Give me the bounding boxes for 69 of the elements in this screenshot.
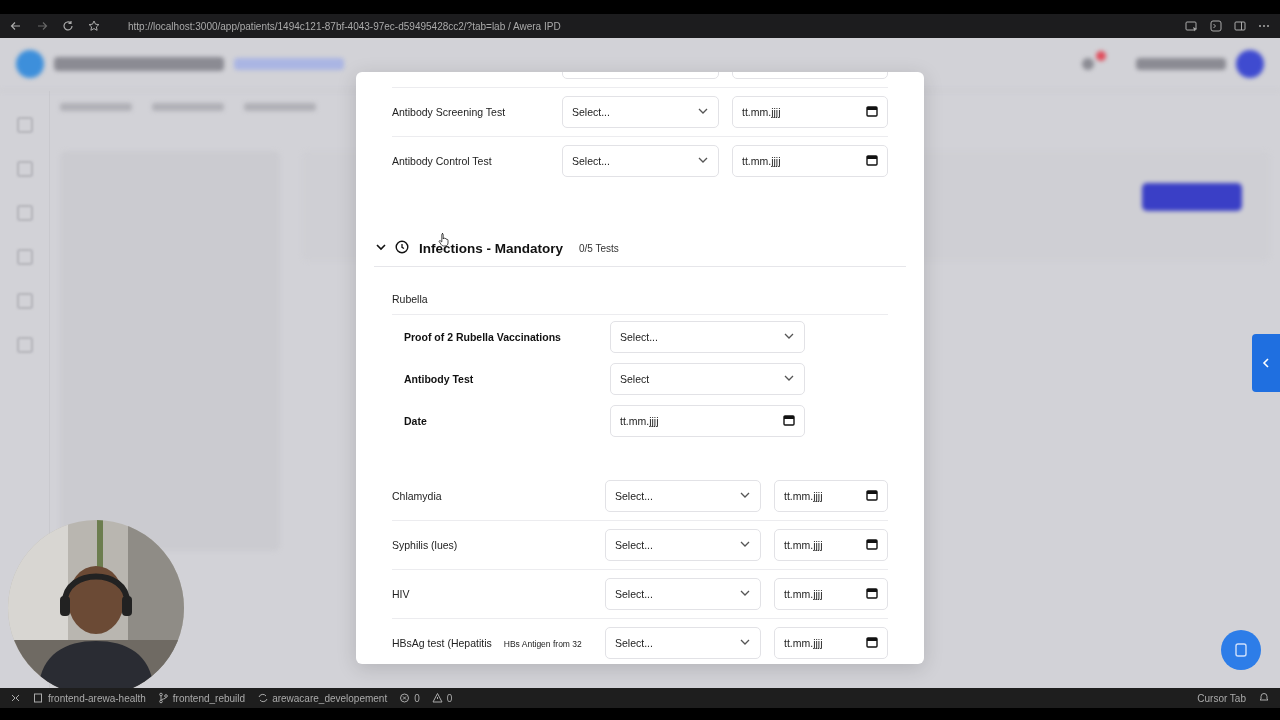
status-item[interactable]: Cursor Tab: [1197, 692, 1246, 704]
test-name: Antibody Control Test: [392, 155, 492, 167]
branch-icon: [157, 692, 169, 704]
reload-icon[interactable]: [62, 20, 74, 32]
date-field[interactable]: tt.mm.jjjj: [774, 578, 888, 610]
chevron-down-icon: [697, 155, 709, 165]
status-item[interactable]: frontend_rebuild: [172, 692, 246, 704]
test-name: Syphilis (lues): [392, 539, 458, 551]
chevron-down-icon[interactable]: [375, 241, 387, 253]
bell-icon[interactable]: [1258, 691, 1270, 703]
chevron-down-icon: [739, 539, 751, 549]
select-field[interactable]: Select...: [605, 578, 761, 610]
warning-icon: [431, 692, 443, 704]
subgroup-title: Rubella: [392, 293, 888, 315]
field-label: Antibody Test: [404, 373, 475, 385]
chevron-down-icon: [783, 331, 795, 341]
test-count: 0/5 Tests: [579, 242, 619, 254]
chevron-down-icon: [739, 490, 751, 500]
status-item[interactable]: 0: [414, 692, 420, 704]
test-note: HBs Antigen from 32: [503, 638, 582, 649]
remote-icon[interactable]: [10, 692, 21, 704]
select-field[interactable]: Select...: [605, 627, 761, 659]
calendar-icon: [866, 105, 878, 117]
sync-icon: [257, 692, 269, 704]
calendar-icon: [866, 538, 878, 550]
select-field[interactable]: Select...: [562, 96, 719, 128]
chevron-down-icon: [697, 106, 709, 116]
chevron-down-icon: [739, 637, 751, 647]
error-icon: [399, 692, 411, 704]
date-field[interactable]: tt.mm.jjjj: [610, 405, 805, 437]
date-field[interactable]: tt.mm.jjjj: [732, 145, 888, 177]
test-name: Antibody Screening Test: [392, 106, 506, 118]
document-icon: [1233, 642, 1249, 658]
folder-icon: [33, 692, 44, 704]
chevron-down-icon: [739, 588, 751, 598]
select-field[interactable]: Select: [610, 363, 805, 395]
field-label: Date: [404, 415, 428, 427]
back-icon[interactable]: [10, 20, 22, 32]
select-field[interactable]: Select...: [562, 145, 719, 177]
address-bar[interactable]: http://localhost:3000/app/patients/1494c121-87bf-4043-97ec-d59495428cc2/?tab=lab / Awera IPD: [128, 20, 561, 32]
forward-icon[interactable]: [36, 20, 48, 32]
sidebar-icon[interactable]: [1234, 20, 1246, 32]
floating-action-button[interactable]: [1221, 630, 1261, 670]
clock-icon: [395, 240, 409, 254]
date-field[interactable]: tt.mm.jjjj: [774, 480, 888, 512]
chevron-down-icon: [783, 373, 795, 383]
status-item[interactable]: frontend-arewa-health: [48, 692, 146, 704]
calendar-icon: [866, 489, 878, 501]
date-field[interactable]: tt.mm.jjjj: [774, 627, 888, 659]
test-name: HIV: [392, 588, 410, 600]
status-item[interactable]: arewacare_developement: [272, 692, 388, 704]
select-field[interactable]: Select...: [605, 480, 761, 512]
select-field[interactable]: Select...: [605, 529, 761, 561]
test-name: HBsAg test (Hepatitis: [392, 637, 492, 649]
calendar-icon: [866, 154, 878, 166]
section-title[interactable]: Infections - Mandatory: [419, 240, 563, 256]
date-field[interactable]: tt.mm.jjjj: [774, 529, 888, 561]
star-icon[interactable]: [88, 20, 100, 32]
date-field[interactable]: tt.mm.jjjj: [732, 96, 888, 128]
calendar-icon: [866, 636, 878, 648]
terminal-icon[interactable]: [1210, 20, 1222, 32]
chevron-left-icon: [1261, 357, 1271, 369]
test-name: Chlamydia: [392, 490, 442, 502]
calendar-icon: [866, 587, 878, 599]
status-item[interactable]: 0: [446, 692, 453, 704]
field-label: Proof of 2 Rubella Vaccinations: [404, 331, 562, 343]
cursor-box-icon[interactable]: [1185, 20, 1198, 32]
select-field[interactable]: Select...: [610, 321, 805, 353]
calendar-icon: [783, 414, 795, 426]
